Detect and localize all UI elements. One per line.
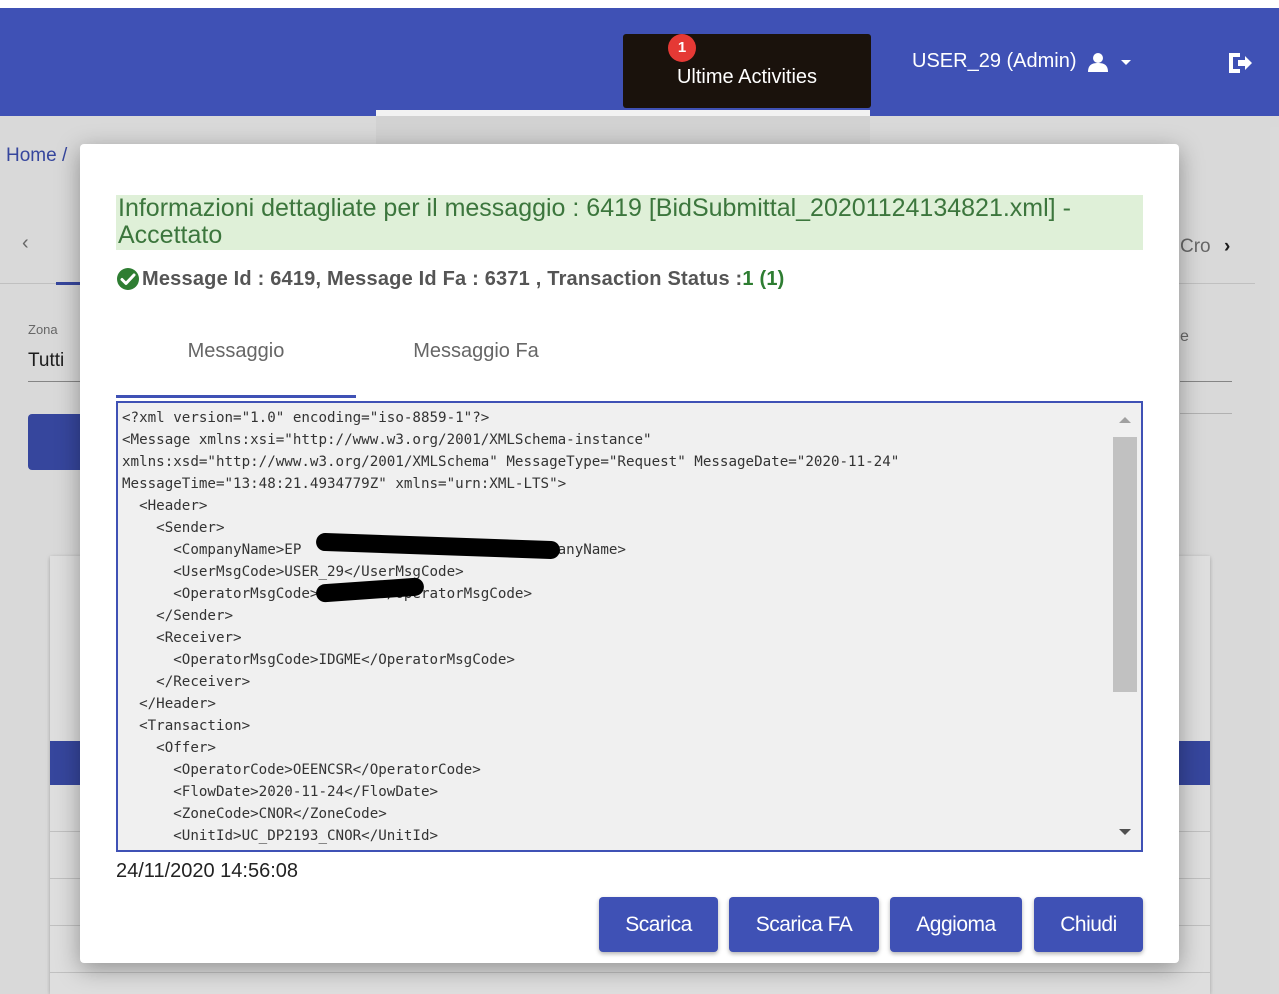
active-tab-indicator: [116, 395, 356, 398]
scroll-down-icon[interactable]: [1119, 829, 1131, 835]
refresh-button[interactable]: Aggioma: [890, 897, 1022, 952]
download-fa-button[interactable]: Scarica FA: [729, 897, 879, 952]
scroll-up-icon[interactable]: [1119, 417, 1131, 423]
message-date: 24/11/2020 14:56:08: [116, 860, 299, 882]
top-strip: [0, 0, 1279, 8]
user-icon: [1087, 52, 1108, 72]
status-prefix: Message Id : 6419, Message Id Fa : 6371 …: [142, 267, 743, 290]
logout-icon[interactable]: [1226, 50, 1254, 76]
activities-label: Ultime Activities: [676, 66, 818, 88]
user-menu[interactable]: USER_29 (Admin): [912, 50, 1133, 73]
xml-content-box[interactable]: <?xml version="1.0" encoding="iso-8859-1…: [116, 401, 1143, 852]
latest-activities-button[interactable]: 1 Ultime Activities: [623, 34, 871, 108]
download-button[interactable]: Scarica: [599, 897, 718, 952]
user-label: USER_29 (Admin): [912, 50, 1077, 72]
modal-title: Informazioni dettagliate per il messaggi…: [116, 195, 1143, 250]
xml-text: <?xml version="1.0" encoding="iso-8859-1…: [122, 410, 900, 844]
message-detail-modal: Informazioni dettagliate per il messaggi…: [80, 144, 1179, 963]
scrollbar-thumb[interactable]: [1113, 437, 1137, 692]
message-status-line: Message Id : 6419, Message Id Fa : 6371 …: [116, 267, 785, 291]
close-button[interactable]: Chiudi: [1034, 897, 1143, 952]
tab-messaggio[interactable]: Messaggio: [116, 340, 356, 363]
tab-messaggio-fa[interactable]: Messaggio Fa: [356, 340, 596, 363]
xml-scrollbar[interactable]: [1111, 403, 1141, 850]
caret-down-icon: [1120, 59, 1131, 65]
transaction-status-value: 1 (1): [742, 267, 785, 290]
activities-count-badge: 1: [668, 34, 696, 62]
check-circle-icon: [117, 268, 139, 290]
